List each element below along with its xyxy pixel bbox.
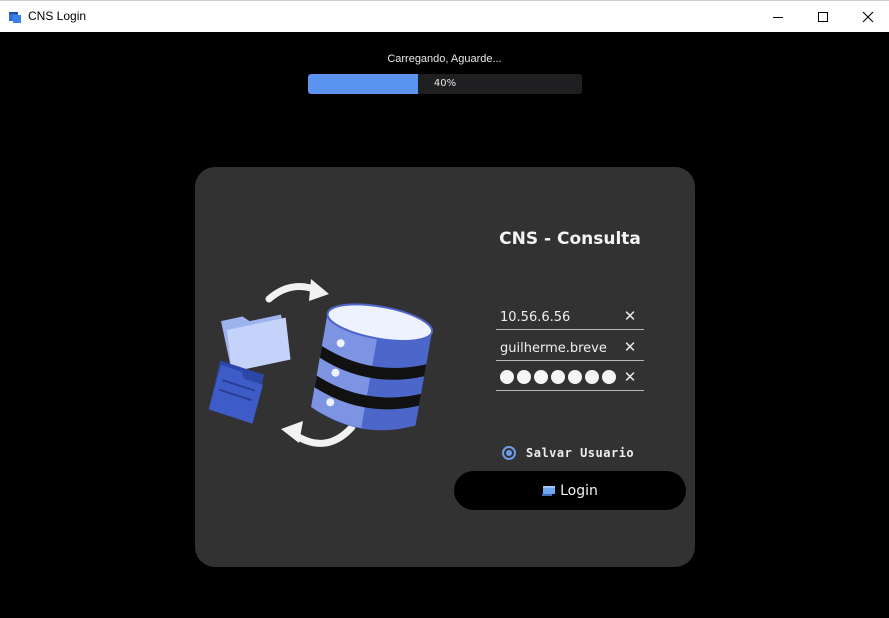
login-panel: CNS - Consulta ✕ ✕ ✕ Salvar Usuario Logi… <box>195 167 695 567</box>
app-window-icon <box>9 12 21 23</box>
login-button[interactable]: Login <box>454 471 686 510</box>
clear-username-icon[interactable]: ✕ <box>622 338 638 356</box>
save-user-option[interactable]: Salvar Usuario <box>502 446 634 460</box>
loading-label: Carregando, Aguarde... <box>387 53 502 65</box>
app-title: CNS - Consulta <box>499 229 641 249</box>
loading-progress-bar: 40% <box>308 74 582 94</box>
maximize-button[interactable] <box>800 1 846 33</box>
password-dot <box>517 370 531 384</box>
login-button-label: Login <box>560 482 598 499</box>
window-title: CNS Login <box>28 9 87 23</box>
close-icon <box>862 11 874 23</box>
password-mask[interactable] <box>500 370 616 384</box>
title-bar: CNS Login <box>0 0 889 32</box>
minimize-button[interactable] <box>755 1 801 33</box>
maximize-icon <box>818 12 828 22</box>
password-dot <box>568 370 582 384</box>
password-dot <box>500 370 514 384</box>
username-input[interactable] <box>500 339 620 357</box>
password-dot <box>602 370 616 384</box>
database-folders-sync-illustration <box>208 279 434 447</box>
clear-password-icon[interactable]: ✕ <box>622 368 638 386</box>
close-button[interactable] <box>845 1 889 33</box>
password-field[interactable]: ✕ <box>496 366 644 391</box>
server-field: ✕ <box>496 305 644 330</box>
password-dot <box>585 370 599 384</box>
save-user-label: Salvar Usuario <box>526 446 635 460</box>
username-field: ✕ <box>496 336 644 361</box>
progress-percent: 40% <box>433 78 457 89</box>
password-dot <box>551 370 565 384</box>
password-dot <box>534 370 548 384</box>
login-icon <box>542 485 556 496</box>
server-input[interactable] <box>500 308 620 326</box>
clear-server-icon[interactable]: ✕ <box>622 307 638 325</box>
save-user-radio[interactable] <box>502 446 516 460</box>
minimize-icon <box>773 17 783 18</box>
